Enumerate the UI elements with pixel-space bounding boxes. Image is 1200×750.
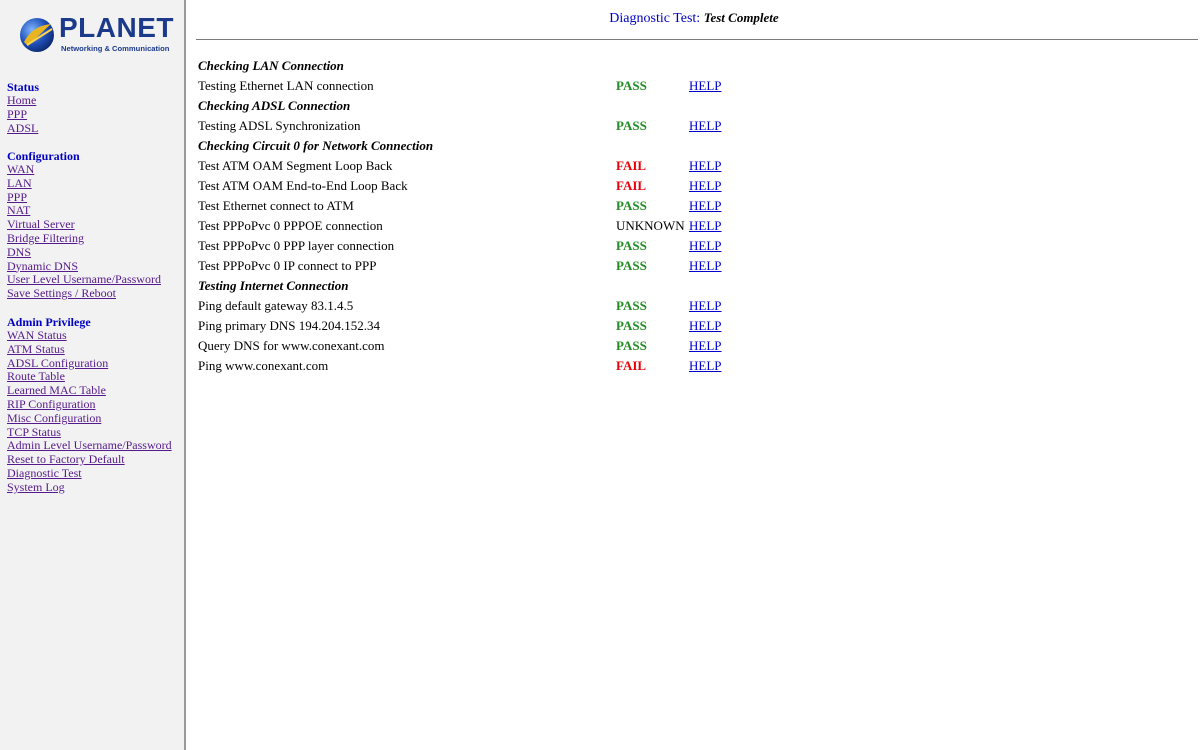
nav-link-adsl[interactable]: ADSL: [7, 121, 183, 136]
sidebar: PLANET Networking & Communication Status…: [0, 0, 186, 750]
globe-logo-icon: [20, 18, 54, 52]
page-title: Diagnostic Test: Test Complete: [188, 10, 1200, 27]
nav-link-virtual-server[interactable]: Virtual Server: [7, 217, 183, 232]
nav-link-lan[interactable]: LAN: [7, 176, 183, 191]
test-name: Ping www.conexant.com: [198, 358, 329, 373]
test-row: Ping www.conexant.com FAIL HELP: [198, 356, 958, 376]
test-status: Test Complete: [703, 10, 779, 25]
test-name: Testing Ethernet LAN connection: [198, 78, 374, 93]
test-name: Test ATM OAM End-to-End Loop Back: [198, 178, 408, 193]
nav-link-diagnostic-test[interactable]: Diagnostic Test: [7, 466, 183, 481]
test-row: Testing Ethernet LAN connection PASS HELP: [198, 76, 958, 96]
test-row: Testing ADSL Synchronization PASS HELP: [198, 116, 958, 136]
logo-brand: PLANET: [59, 12, 174, 43]
help-link[interactable]: HELP: [689, 296, 722, 316]
test-result-fail: FAIL: [616, 358, 647, 373]
nav-link-home[interactable]: Home: [7, 93, 183, 108]
test-result-pass: PASS: [616, 238, 647, 253]
nav-section-configuration: Configuration WAN LAN PPP NAT Virtual Server…: [7, 149, 183, 301]
nav-link-user-level-username-password[interactable]: User Level Username/Password: [7, 273, 183, 287]
test-result-pass: PASS: [616, 78, 647, 93]
nav-link-wan-status[interactable]: WAN Status: [7, 328, 183, 343]
section-heading: Checking Circuit 0 for Network Connectio…: [198, 138, 434, 153]
test-name: Test PPPoPvc 0 PPPOE connection: [198, 218, 383, 233]
test-name: Test Ethernet connect to ATM: [198, 198, 354, 213]
help-link[interactable]: HELP: [689, 216, 722, 236]
test-result-pass: PASS: [616, 198, 647, 213]
section-heading: Checking LAN Connection: [198, 58, 344, 73]
nav-link-reset-to-factory-default[interactable]: Reset to Factory Default: [7, 452, 183, 467]
help-link[interactable]: HELP: [689, 116, 722, 136]
test-row: Test ATM OAM End-to-End Loop Back FAIL HEL…: [198, 176, 958, 196]
test-result-fail: FAIL: [616, 178, 647, 193]
section-heading: Testing Internet Connection: [198, 278, 349, 293]
help-link[interactable]: HELP: [689, 76, 722, 96]
test-result-pass: PASS: [616, 338, 647, 353]
help-link[interactable]: HELP: [689, 156, 722, 176]
nav-heading-status: Status: [7, 80, 40, 94]
nav-link-bridge-filtering[interactable]: Bridge Filtering: [7, 231, 183, 246]
logo-tagline: Networking & Communication: [61, 44, 170, 53]
test-name: Test ATM OAM Segment Loop Back: [198, 158, 393, 173]
test-name: Testing ADSL Synchronization: [198, 118, 361, 133]
nav-link-admin-level-username-password[interactable]: Admin Level Username/Password: [7, 439, 183, 453]
test-row: Ping default gateway 83.1.4.5 PASS HELP: [198, 296, 958, 316]
nav-heading-configuration: Configuration: [7, 149, 80, 163]
nav-link-dns[interactable]: DNS: [7, 245, 183, 260]
test-row: Test Ethernet connect to ATM PASS HELP: [198, 196, 958, 216]
nav-link-tcp-status[interactable]: TCP Status: [7, 425, 183, 440]
main-content: Diagnostic Test: Test Complete Checking …: [188, 0, 1200, 750]
nav-link-nat[interactable]: NAT: [7, 204, 183, 218]
planet-logo[interactable]: PLANET Networking & Communication: [16, 13, 174, 60]
page-title-label: Diagnostic Test:: [609, 11, 701, 26]
nav-section-admin: Admin Privilege WAN Status ATM Status ADSL…: [7, 315, 183, 495]
test-name: Test PPPoPvc 0 IP connect to PPP: [198, 258, 377, 273]
help-link[interactable]: HELP: [689, 176, 722, 196]
test-name: Test PPPoPvc 0 PPP layer connection: [198, 238, 395, 253]
test-result-pass: PASS: [616, 118, 647, 133]
test-name: Ping primary DNS 194.204.152.34: [198, 318, 380, 333]
nav-link-learned-mac-table[interactable]: Learned MAC Table: [7, 383, 183, 398]
nav-link-dynamic-dns[interactable]: Dynamic DNS: [7, 259, 183, 274]
nav-link-ppp[interactable]: PPP: [7, 190, 183, 205]
nav-link-adsl-configuration[interactable]: ADSL Configuration: [7, 356, 183, 371]
help-link[interactable]: HELP: [689, 256, 722, 276]
test-row: Test PPPoPvc 0 IP connect to PPP PASS HELP: [198, 256, 958, 276]
help-link[interactable]: HELP: [689, 336, 722, 356]
test-result-pass: PASS: [616, 258, 647, 273]
nav-link-ppp[interactable]: PPP: [7, 107, 183, 122]
title-divider: [196, 39, 1198, 40]
test-name: Query DNS for www.conexant.com: [198, 338, 385, 353]
test-result-pass: PASS: [616, 298, 647, 313]
section-heading: Checking ADSL Connection: [198, 98, 351, 113]
diagnostic-results: Checking LAN Connection Testing Ethernet …: [198, 56, 958, 376]
nav-link-wan[interactable]: WAN: [7, 162, 183, 177]
nav-link-system-log[interactable]: System Log: [7, 480, 183, 495]
nav-link-misc-configuration[interactable]: Misc Configuration: [7, 411, 183, 426]
help-link[interactable]: HELP: [689, 196, 722, 216]
test-row: Test ATM OAM Segment Loop Back FAIL HELP: [198, 156, 958, 176]
help-link[interactable]: HELP: [689, 316, 722, 336]
nav-link-rip-configuration[interactable]: RIP Configuration: [7, 397, 183, 412]
nav-section-status: Status Home PPP ADSL: [7, 80, 183, 135]
test-row: Test PPPoPvc 0 PPPOE connection UNKNOWN HE…: [198, 216, 958, 236]
test-result-unknown: UNKNOWN: [616, 218, 685, 233]
nav-heading-admin: Admin Privilege: [7, 315, 91, 329]
test-row: Query DNS for www.conexant.com PASS HELP: [198, 336, 958, 356]
test-result-pass: PASS: [616, 318, 647, 333]
test-result-fail: FAIL: [616, 158, 647, 173]
test-row: Test PPPoPvc 0 PPP layer connection PASS H…: [198, 236, 958, 256]
nav-link-route-table[interactable]: Route Table: [7, 370, 183, 384]
nav-link-atm-status[interactable]: ATM Status: [7, 342, 183, 357]
nav-link-save-settings-reboot[interactable]: Save Settings / Reboot: [7, 286, 183, 301]
help-link[interactable]: HELP: [689, 356, 722, 376]
help-link[interactable]: HELP: [689, 236, 722, 256]
test-row: Ping primary DNS 194.204.152.34 PASS HELP: [198, 316, 958, 336]
test-name: Ping default gateway 83.1.4.5: [198, 298, 354, 313]
